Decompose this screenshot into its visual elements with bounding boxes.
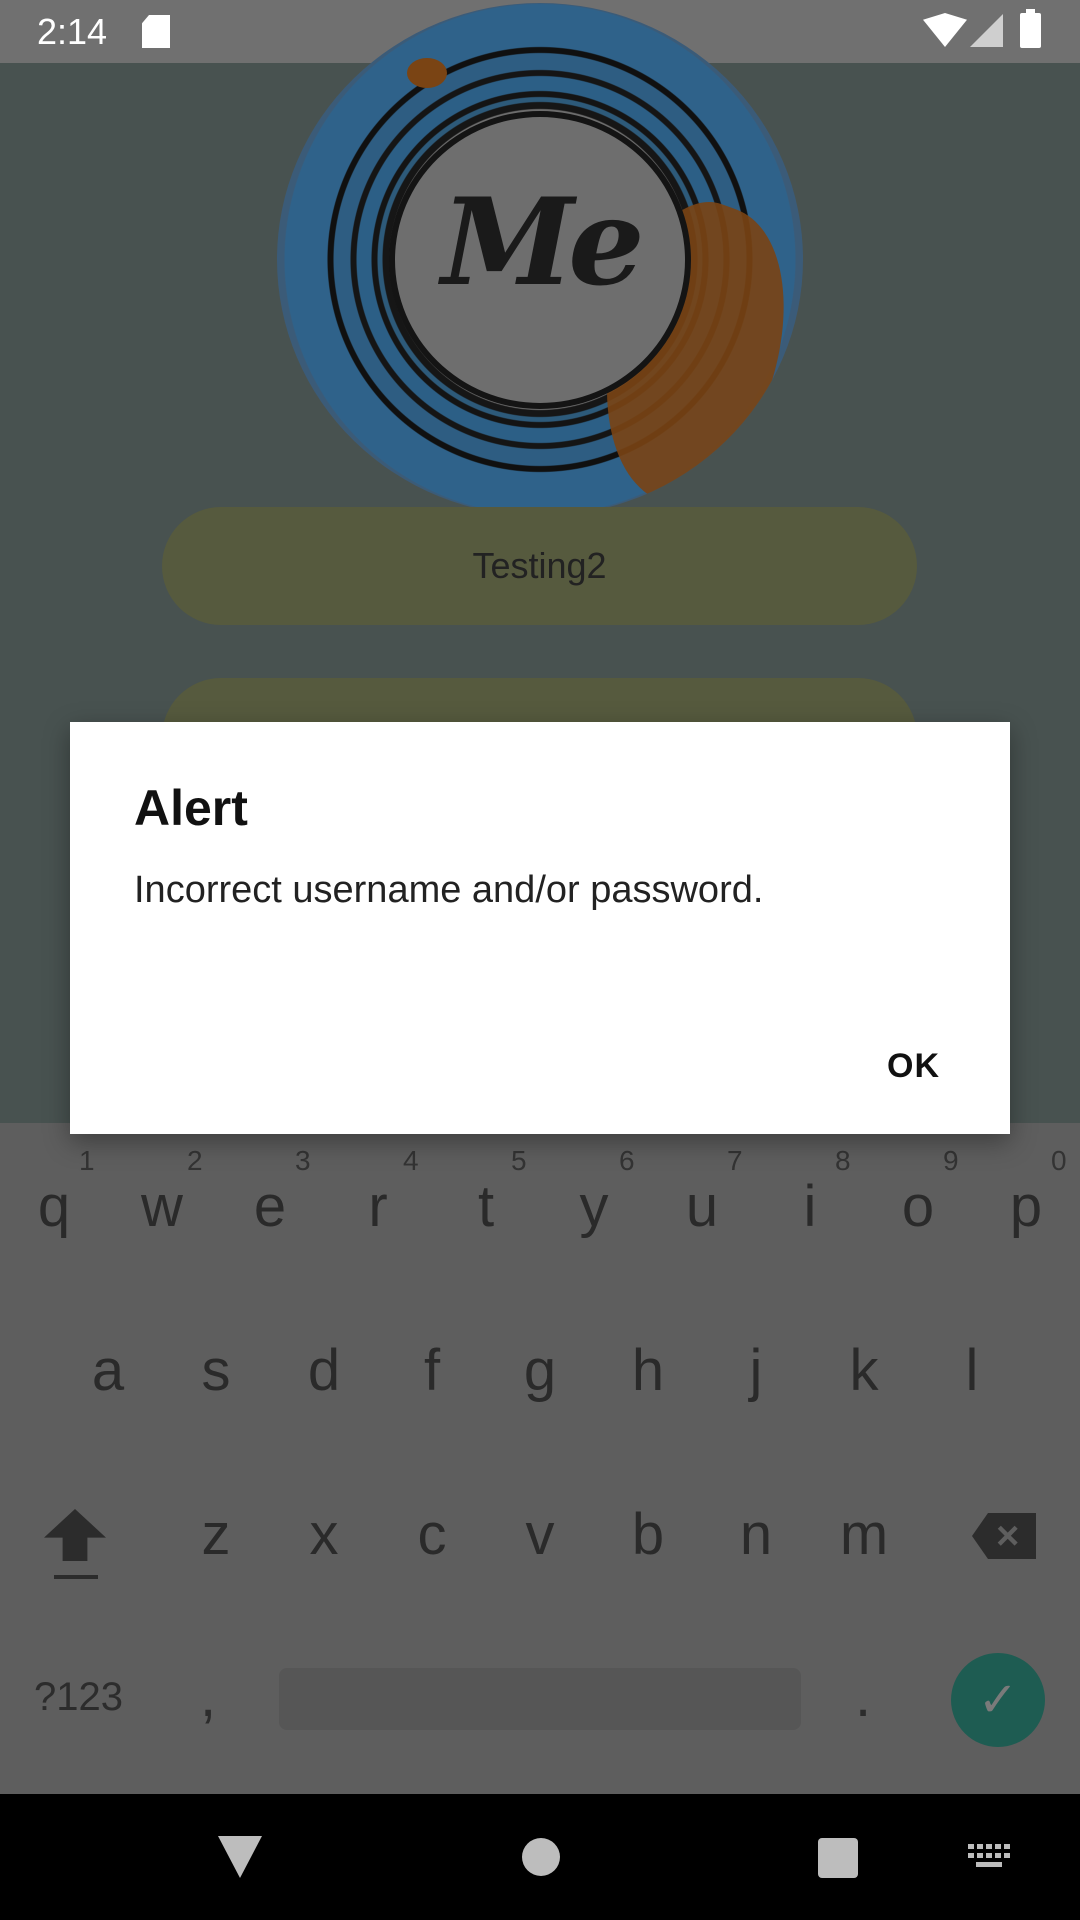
key-hint: 7 [727,1145,743,1176]
home-icon[interactable] [522,1838,560,1876]
key-hint: 8 [835,1145,851,1176]
key-u[interactable]: u [657,1177,747,1237]
backspace-key[interactable]: × [972,1513,1036,1559]
shift-underline [54,1575,98,1579]
key-q[interactable]: q [9,1177,99,1237]
key-n[interactable]: n [711,1505,801,1565]
enter-key[interactable]: ✓ [951,1653,1045,1747]
key-y[interactable]: y [549,1177,639,1237]
recents-icon[interactable] [818,1838,858,1878]
soft-keyboard: 1 2 3 4 5 6 7 8 9 0 q w e r t y u i o p … [0,1123,1080,1794]
logo-land-shape-small [407,58,447,88]
navigation-bar [0,1794,1080,1920]
key-b[interactable]: b [603,1505,693,1565]
key-f[interactable]: f [387,1341,477,1401]
keyboard-icon[interactable] [968,1844,1010,1870]
key-e[interactable]: e [225,1177,315,1237]
app-logo: Me [277,3,803,516]
key-hint: 4 [403,1145,419,1176]
battery-icon [1020,9,1041,48]
space-key[interactable] [279,1668,801,1730]
key-a[interactable]: a [63,1341,153,1401]
wifi-icon [923,13,967,47]
key-hint: 6 [619,1145,635,1176]
signal-icon [970,14,1003,47]
shift-key[interactable] [44,1509,106,1579]
key-m[interactable]: m [819,1505,909,1565]
key-p[interactable]: p [981,1177,1071,1237]
back-icon[interactable] [218,1836,262,1878]
key-s[interactable]: s [171,1341,261,1401]
alert-dialog: Alert Incorrect username and/or password… [70,722,1010,1134]
comma-key[interactable]: , [200,1663,216,1730]
key-k[interactable]: k [819,1341,909,1401]
period-key[interactable]: . [855,1663,871,1730]
sd-card-icon [142,15,170,48]
status-time: 2:14 [37,11,108,52]
username-field[interactable]: Testing2 [162,507,917,625]
key-d[interactable]: d [279,1341,369,1401]
key-hint: 5 [511,1145,527,1176]
dialog-message: Incorrect username and/or password. [134,869,764,911]
key-j[interactable]: j [711,1341,801,1401]
key-c[interactable]: c [387,1505,477,1565]
key-x[interactable]: x [279,1505,369,1565]
key-hint: 9 [943,1145,959,1176]
key-i[interactable]: i [765,1177,855,1237]
logo-mark: Me [441,172,644,313]
key-hint: 2 [187,1145,203,1176]
key-hint: 3 [295,1145,311,1176]
dialog-title: Alert [134,780,248,836]
shift-icon [44,1509,106,1561]
check-icon: ✓ [977,1674,1019,1727]
key-o[interactable]: o [873,1177,963,1237]
key-w[interactable]: w [117,1177,207,1237]
username-value: Testing2 [472,545,607,586]
backspace-icon: × [996,1514,1020,1558]
key-hint: 1 [79,1145,95,1176]
symbols-key[interactable]: ?123 [34,1675,123,1720]
key-g[interactable]: g [495,1341,585,1401]
key-v[interactable]: v [495,1505,585,1565]
key-z[interactable]: z [171,1505,261,1565]
key-r[interactable]: r [333,1177,423,1237]
key-l[interactable]: l [927,1341,1017,1401]
key-hint: 0 [1051,1145,1067,1176]
key-h[interactable]: h [603,1341,693,1401]
key-t[interactable]: t [441,1177,531,1237]
ok-button[interactable]: OK [877,1038,950,1094]
